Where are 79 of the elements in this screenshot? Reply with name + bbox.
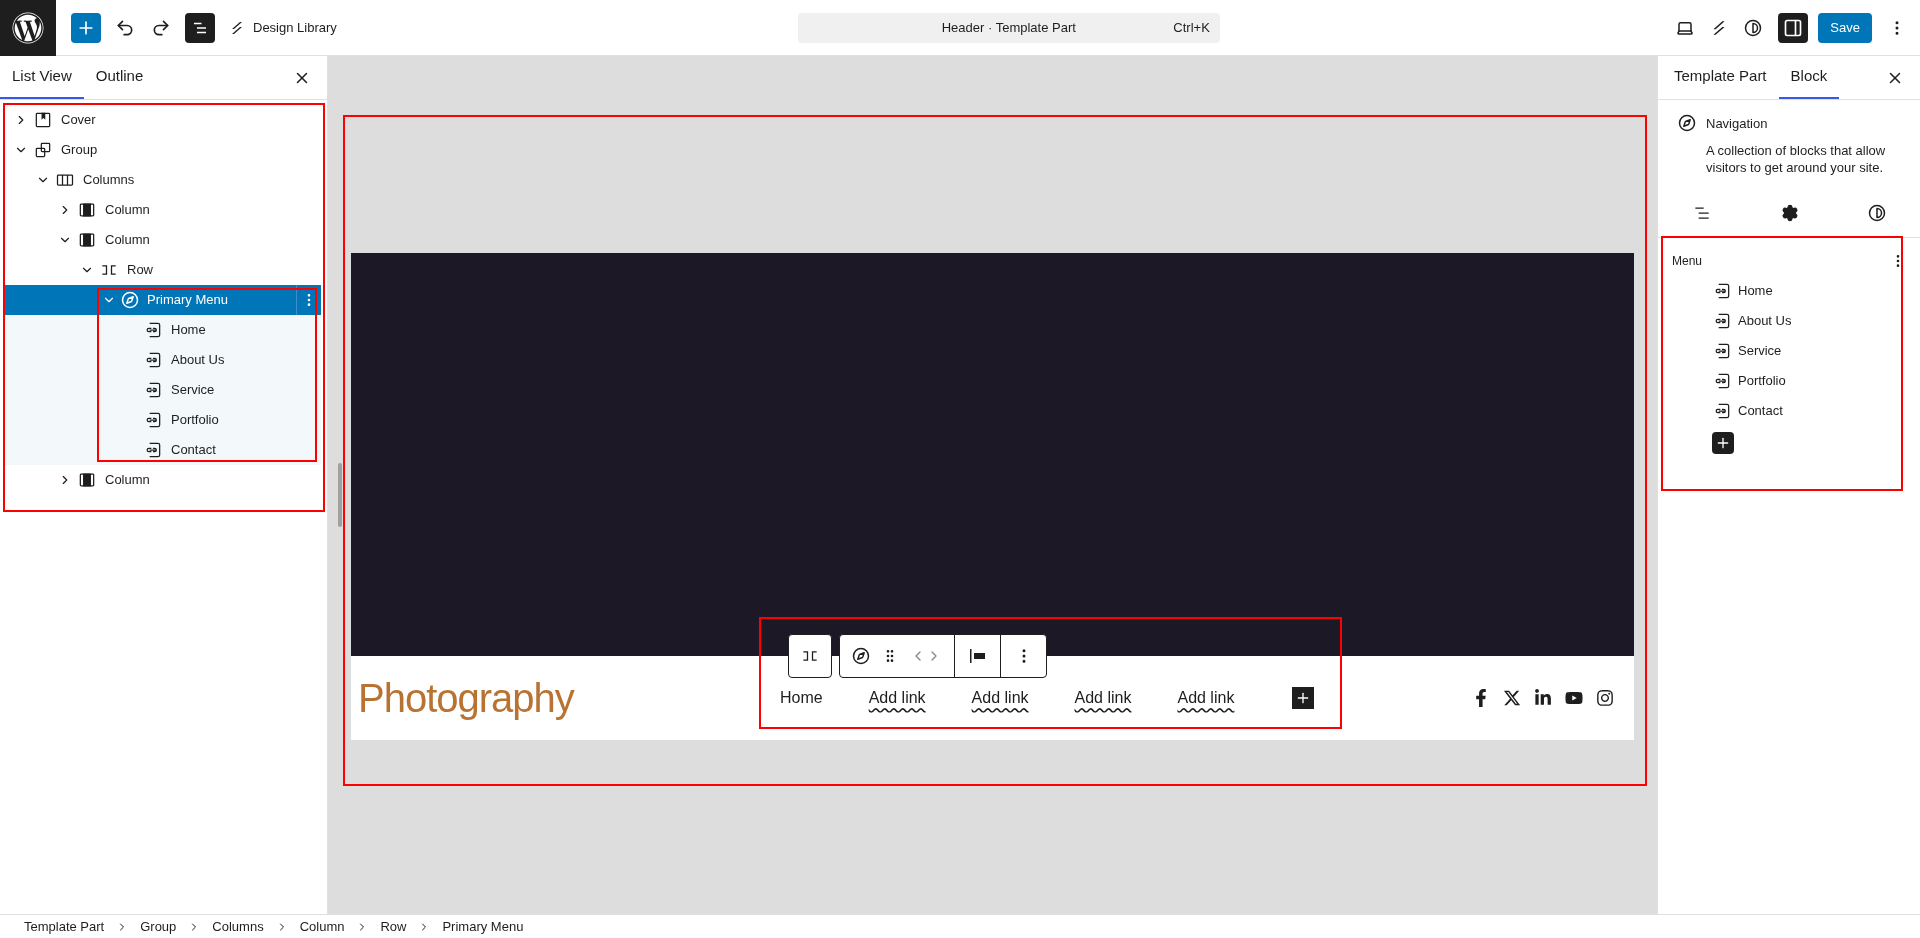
- list-view-button[interactable]: [185, 12, 215, 43]
- breadcrumb-item[interactable]: Row: [380, 916, 407, 937]
- menu-item[interactable]: Contact: [1712, 395, 1906, 426]
- breadcrumb-item[interactable]: Column: [299, 916, 345, 937]
- tree-item-label: Row: [127, 261, 153, 280]
- tree-item-label: Service: [171, 381, 215, 400]
- site-logo-button[interactable]: [0, 0, 56, 56]
- add-block-button[interactable]: [71, 12, 101, 43]
- tree-item-label: Home: [171, 321, 206, 340]
- menu-item[interactable]: About Us: [1712, 305, 1906, 336]
- undo-icon[interactable]: [115, 17, 135, 38]
- menu-item[interactable]: Service: [1712, 335, 1906, 366]
- command-bar[interactable]: Header · Template Part Ctrl+K: [797, 12, 1220, 43]
- breadcrumb-item[interactable]: Group: [140, 916, 177, 937]
- document-title: Header · Template Part: [941, 18, 1076, 37]
- tree-item[interactable]: Home: [5, 315, 321, 345]
- tree-item-label: Column: [105, 201, 150, 220]
- tree-item[interactable]: Group: [5, 135, 321, 165]
- block-description: A collection of blocks that allow visitors to get around your site.: [1706, 141, 1887, 176]
- tree-item[interactable]: About Us: [5, 345, 321, 375]
- add-link-placeholder[interactable]: Add link: [1177, 686, 1235, 710]
- nav-link[interactable]: Home: [780, 686, 823, 710]
- add-item-button[interactable]: [1712, 431, 1734, 454]
- compass-icon: [121, 291, 139, 309]
- redo-icon[interactable]: [151, 17, 171, 38]
- panel-tab[interactable]: Outline: [83, 56, 156, 99]
- resize-handle[interactable]: [338, 463, 342, 527]
- tree-item-label: Contact: [171, 441, 216, 460]
- x-icon[interactable]: [1503, 689, 1521, 707]
- site-title: Photography: [357, 675, 576, 722]
- tree-item-label: Columns: [83, 171, 135, 190]
- group-icon: [33, 140, 53, 160]
- compass-icon[interactable]: [852, 647, 870, 665]
- panel-tab[interactable]: List View: [0, 56, 84, 99]
- sidebar-icon: [1783, 17, 1804, 38]
- tree-item-label: Column: [105, 231, 150, 250]
- settings-icon[interactable]: [1781, 204, 1799, 222]
- contrast-icon[interactable]: [1867, 204, 1886, 222]
- breadcrumb-item[interactable]: Template Part: [24, 916, 105, 937]
- design-library-button[interactable]: Design Library: [229, 17, 337, 38]
- cover-icon: [33, 110, 53, 130]
- wordpress-logo-icon: [12, 11, 44, 44]
- tree-item[interactable]: Column: [5, 225, 321, 255]
- menu-item[interactable]: Home: [1712, 275, 1906, 306]
- block-name: Navigation: [1706, 115, 1769, 133]
- block-parent-button[interactable]: [788, 634, 832, 678]
- tree-item[interactable]: Contact: [5, 435, 321, 465]
- tree-item-label: Primary Menu: [147, 291, 228, 310]
- tree-item-label: Group: [61, 141, 98, 160]
- add-link-placeholder[interactable]: Add link: [868, 686, 926, 710]
- tree-item[interactable]: Column: [5, 195, 321, 225]
- breadcrumb-item[interactable]: Columns: [212, 916, 264, 937]
- justify-left-icon[interactable]: [968, 648, 987, 664]
- linkedin-icon[interactable]: [1534, 689, 1552, 707]
- tree-item[interactable]: Row: [5, 255, 321, 285]
- tree-item[interactable]: Column: [5, 465, 321, 495]
- panel-tab[interactable]: Block: [1778, 56, 1840, 99]
- compass-icon: [1678, 114, 1696, 132]
- tree-item-label: Cover: [61, 111, 96, 130]
- tree-item[interactable]: Columns: [5, 165, 321, 195]
- panel-tab[interactable]: Template Part: [1662, 56, 1779, 99]
- menu-label: Menu: [1672, 252, 1703, 270]
- settings-toggle-button[interactable]: [1778, 12, 1809, 43]
- add-link-placeholder[interactable]: Add link: [1074, 686, 1132, 710]
- add-link-placeholder[interactable]: Add link: [971, 686, 1029, 710]
- tree-item[interactable]: Portfolio: [5, 405, 321, 435]
- youtube-icon[interactable]: [1565, 689, 1583, 707]
- save-button[interactable]: Save: [1818, 12, 1872, 43]
- tree-item-label: Column: [105, 471, 150, 490]
- instagram-icon[interactable]: [1596, 689, 1614, 707]
- add-item-button[interactable]: [1292, 687, 1315, 709]
- tree-item-label: Portfolio: [171, 411, 219, 430]
- tree-item[interactable]: Service: [5, 375, 321, 405]
- menu-item[interactable]: Portfolio: [1712, 365, 1906, 396]
- tree-item[interactable]: Cover: [5, 105, 321, 135]
- breadcrumb-item[interactable]: Primary Menu: [442, 916, 524, 937]
- tree-item-label: About Us: [171, 351, 225, 370]
- shortcut-label: Ctrl+K: [1173, 18, 1210, 37]
- contrast-icon[interactable]: [1744, 18, 1763, 37]
